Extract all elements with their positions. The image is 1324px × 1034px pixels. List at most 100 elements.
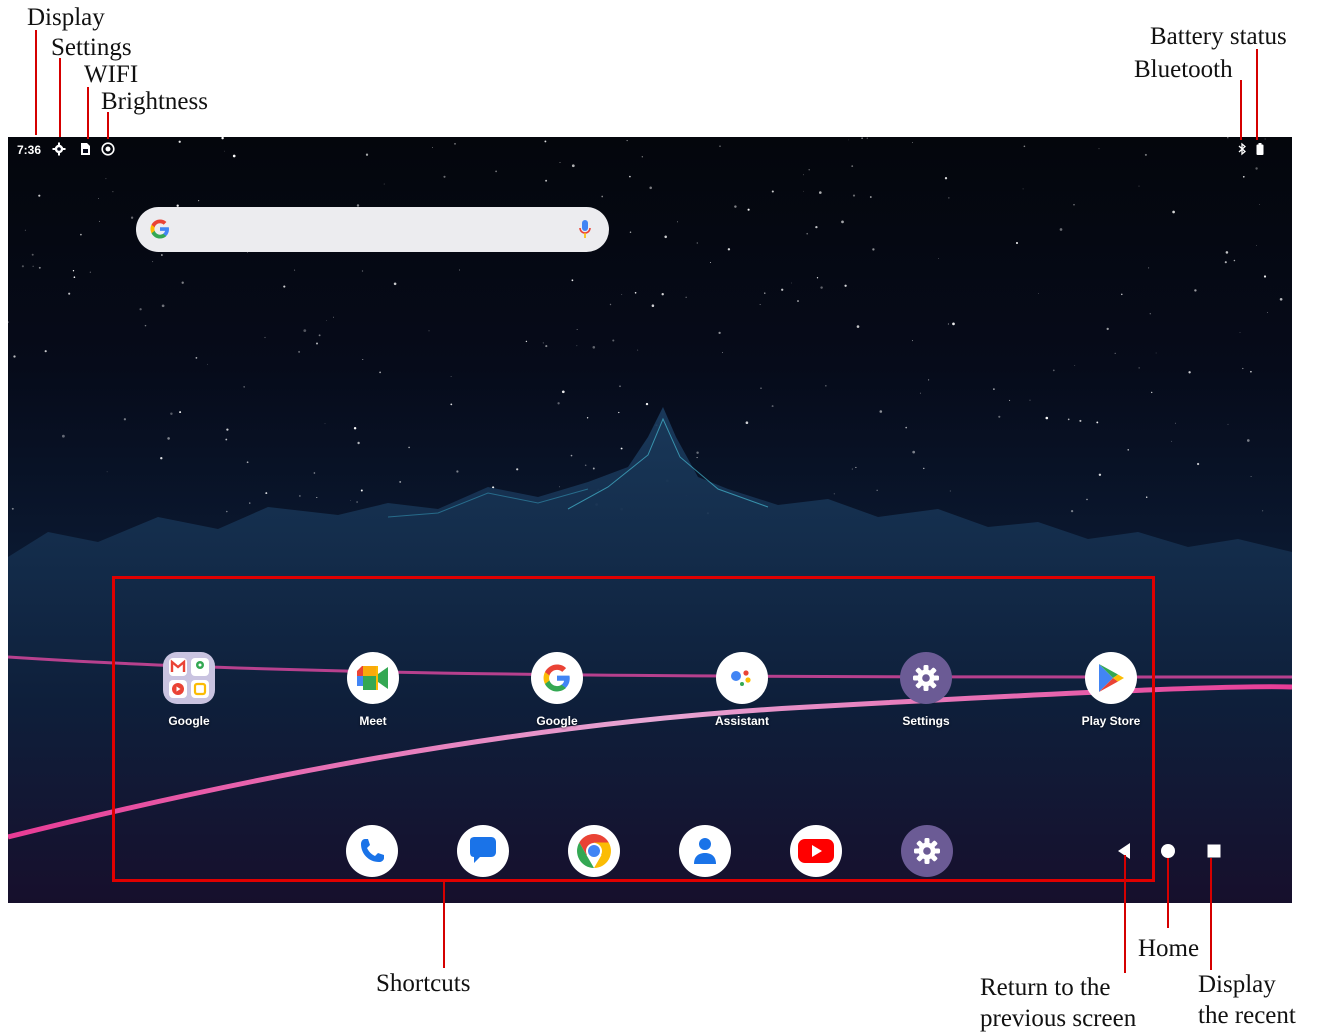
star (362, 359, 364, 360)
star (993, 388, 995, 390)
star (1138, 185, 1140, 187)
star (629, 231, 632, 233)
star (1151, 391, 1153, 394)
status-time: 7:36 (17, 143, 42, 157)
star (313, 472, 316, 474)
star (584, 464, 587, 467)
bluetooth-icon[interactable] (1235, 142, 1249, 156)
star (727, 248, 731, 251)
star (161, 254, 163, 256)
star (998, 415, 1001, 418)
star (649, 186, 652, 190)
star (1194, 289, 1197, 292)
star (819, 191, 822, 194)
star (851, 165, 854, 167)
star (1256, 245, 1257, 246)
star (333, 316, 334, 318)
shortcuts-highlight-box (112, 576, 1155, 882)
star (11, 507, 14, 510)
star (1225, 251, 1229, 254)
star (833, 493, 835, 495)
star (722, 352, 723, 353)
star (1145, 496, 1148, 498)
star (450, 403, 453, 406)
star (1009, 399, 1011, 401)
star (144, 324, 147, 327)
star (855, 466, 857, 468)
star (760, 387, 762, 390)
star (1279, 297, 1283, 301)
star (360, 489, 363, 492)
star (1227, 423, 1229, 425)
star (771, 405, 774, 408)
star (31, 253, 34, 256)
star (105, 178, 107, 180)
star (709, 262, 711, 263)
battery-icon[interactable] (1253, 142, 1267, 156)
home-icon[interactable] (1160, 843, 1176, 859)
star (618, 411, 620, 414)
star (696, 242, 698, 244)
gear-icon[interactable] (52, 142, 66, 156)
recents-icon[interactable] (1206, 843, 1222, 859)
star (872, 248, 875, 251)
star (1015, 241, 1019, 245)
star (130, 216, 134, 219)
star (601, 195, 604, 198)
annotation-recent-line2: the recent (1198, 1002, 1296, 1029)
star (576, 329, 578, 330)
star (1250, 475, 1252, 478)
leader-brightness (107, 112, 109, 139)
star (318, 334, 321, 337)
star (912, 450, 916, 454)
star (609, 303, 612, 306)
google-search-bar[interactable] (136, 207, 609, 252)
star (938, 258, 940, 259)
status-bar: 7:36 (8, 137, 1292, 163)
annotation-shortcuts: Shortcuts (376, 970, 471, 997)
brightness-icon[interactable] (101, 142, 115, 156)
star (1121, 293, 1123, 296)
leader-bluetooth (1240, 80, 1242, 140)
star (443, 175, 446, 178)
microphone-icon[interactable] (578, 219, 592, 241)
star (8, 321, 9, 323)
star (1067, 418, 1070, 421)
sim-icon[interactable] (78, 142, 92, 156)
star (816, 277, 819, 279)
star (664, 235, 667, 239)
star (696, 457, 698, 459)
star (246, 461, 249, 464)
annotation-brightness: Brightness (101, 88, 208, 115)
leader-display (35, 30, 37, 135)
star (450, 376, 452, 377)
leader-recent (1210, 858, 1212, 970)
leader-settings (59, 58, 61, 137)
star (1262, 510, 1264, 512)
star (1258, 204, 1260, 205)
star (24, 229, 26, 231)
star (545, 179, 548, 182)
star (38, 194, 41, 197)
star (1127, 449, 1129, 451)
star (806, 232, 808, 235)
star (1172, 210, 1175, 214)
star (634, 291, 637, 294)
star (841, 220, 844, 224)
star (1045, 416, 1049, 420)
star (1086, 498, 1088, 501)
star (167, 437, 170, 440)
star (408, 446, 410, 449)
star (1174, 422, 1176, 424)
star (1070, 509, 1074, 513)
star (542, 342, 544, 344)
star (637, 349, 639, 351)
star (851, 468, 853, 470)
star (1246, 439, 1250, 442)
star (844, 284, 847, 287)
star (356, 501, 358, 503)
star (1106, 327, 1109, 331)
star (89, 271, 91, 273)
star (316, 496, 318, 499)
star (852, 194, 856, 197)
